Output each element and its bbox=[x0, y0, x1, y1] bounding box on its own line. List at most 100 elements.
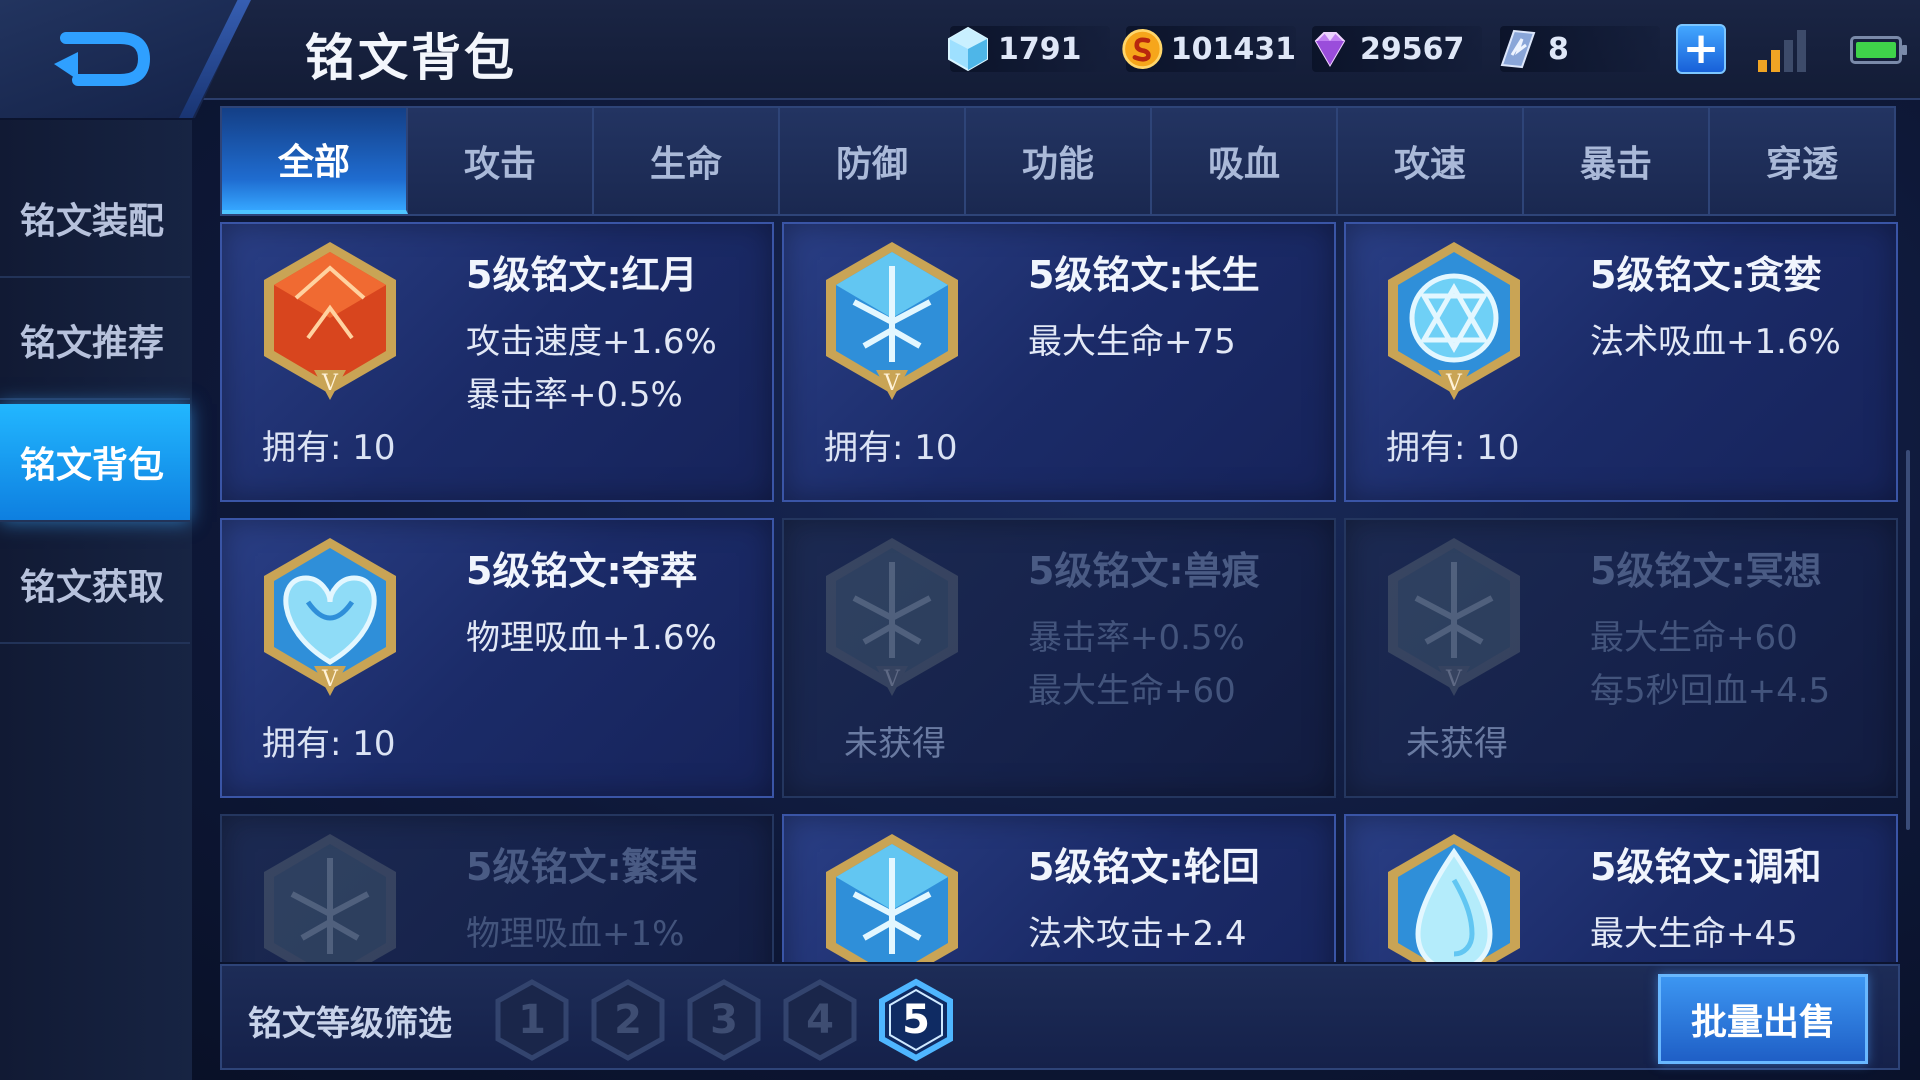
inscription-card-greed[interactable]: V 5级铭文:贪婪 法术吸血+1.6% 拥有: 10 bbox=[1344, 222, 1898, 502]
svg-text:V: V bbox=[321, 371, 339, 396]
svg-text:V: V bbox=[321, 667, 339, 692]
greed-icon: V bbox=[1388, 242, 1520, 400]
inscription-attrs: 最大生命+75 bbox=[1028, 316, 1236, 369]
inscription-attrs: 暴击率+0.5% 最大生命+60 bbox=[1028, 612, 1245, 718]
inscription-card-essence[interactable]: V 5级铭文:夺萃 物理吸血+1.6% 拥有: 10 bbox=[220, 518, 774, 798]
inscription-card-prosperity[interactable]: 5级铭文:繁荣 物理吸血+1% bbox=[220, 814, 774, 962]
owned-count: 拥有: 10 bbox=[262, 724, 396, 764]
tab-attack[interactable]: 攻击 bbox=[408, 108, 594, 214]
prosperity-icon bbox=[264, 834, 396, 962]
inscription-attr: 物理吸血+1.6% bbox=[466, 618, 717, 658]
inscription-name: 5级铭文:贪婪 bbox=[1590, 253, 1822, 297]
sidebar-item-equip[interactable]: 铭文装配 bbox=[0, 160, 190, 278]
tab-penetration[interactable]: 穿透 bbox=[1710, 108, 1894, 214]
beast-mark-icon: V bbox=[826, 538, 958, 696]
inscription-card-harmony[interactable]: 5级铭文:调和 最大生命+45 bbox=[1344, 814, 1898, 962]
inscription-attrs: 物理吸血+1% bbox=[466, 908, 684, 961]
inscription-attrs: 攻击速度+1.6% 暴击率+0.5% bbox=[466, 316, 717, 422]
signal-icon bbox=[1758, 30, 1806, 72]
inscription-card-longevity[interactable]: V 5级铭文:长生 最大生命+75 拥有: 10 bbox=[782, 222, 1336, 502]
grid-scrollbar[interactable] bbox=[1906, 450, 1910, 830]
inscription-name: 5级铭文:红月 bbox=[466, 253, 698, 297]
inscription-card-red-moon[interactable]: V 5级铭文:红月 攻击速度+1.6% 暴击率+0.5% 拥有: 10 bbox=[220, 222, 774, 502]
inscription-attrs: 最大生命+60 每5秒回血+4.5 bbox=[1590, 612, 1830, 718]
inscription-attr: 最大生命+75 bbox=[1028, 322, 1236, 362]
page-title: 铭文背包 bbox=[305, 29, 517, 87]
harmony-icon bbox=[1388, 834, 1520, 962]
inscription-card-reincarnation[interactable]: 5级铭文:轮回 法术攻击+2.4 bbox=[782, 814, 1336, 962]
inscription-grid: V 5级铭文:红月 攻击速度+1.6% 暴击率+0.5% 拥有: 10 V 5级… bbox=[220, 222, 1900, 962]
level-filter-3[interactable]: 3 bbox=[684, 978, 764, 1062]
inscription-attrs: 物理吸血+1.6% bbox=[466, 612, 717, 665]
batch-sell-button[interactable]: 批量出售 bbox=[1658, 974, 1868, 1064]
inscription-attr: 暴击率+0.5% bbox=[466, 375, 683, 415]
level-filter-4[interactable]: 4 bbox=[780, 978, 860, 1062]
svg-text:V: V bbox=[883, 667, 901, 692]
tab-health[interactable]: 生命 bbox=[594, 108, 780, 214]
level-filter-label: 2 bbox=[614, 997, 642, 1043]
sidebar-item-recommend[interactable]: 铭文推荐 bbox=[0, 282, 190, 400]
inscription-attr: 最大生命+60 bbox=[1590, 618, 1798, 658]
inscription-attr: 最大生命+45 bbox=[1590, 914, 1798, 954]
category-tabs: 全部 攻击 生命 防御 功能 吸血 攻速 暴击 穿透 bbox=[220, 106, 1896, 216]
not-obtained-label: 未获得 bbox=[1406, 724, 1508, 764]
gold-coin-icon bbox=[1122, 28, 1163, 70]
level-filter-2[interactable]: 2 bbox=[588, 978, 668, 1062]
inscription-card-beast-mark[interactable]: V 5级铭文:兽痕 暴击率+0.5% 最大生命+60 未获得 bbox=[782, 518, 1336, 798]
back-arrow-icon bbox=[54, 32, 151, 86]
tab-attack-speed[interactable]: 攻速 bbox=[1338, 108, 1524, 214]
svg-text:V: V bbox=[1445, 371, 1463, 396]
gem-icon bbox=[1314, 32, 1346, 67]
level-filter-1[interactable]: 1 bbox=[492, 978, 572, 1062]
inscription-name: 5级铭文:夺萃 bbox=[466, 549, 698, 593]
top-bar: 铭文背包 1791 101431 29567 8 + bbox=[0, 0, 1920, 118]
owned-count: 拥有: 10 bbox=[824, 428, 958, 468]
sidebar-item-obtain[interactable]: 铭文获取 bbox=[0, 526, 190, 644]
inscription-attr: 法术吸血+1.6% bbox=[1590, 322, 1841, 362]
inscription-name: 5级铭文:繁荣 bbox=[466, 845, 698, 889]
owned-count: 拥有: 10 bbox=[1386, 428, 1520, 468]
level-filter-5[interactable]: 5 bbox=[876, 978, 956, 1062]
currency-crystal-value: 8 bbox=[1548, 31, 1569, 67]
tab-defense[interactable]: 防御 bbox=[780, 108, 966, 214]
inscription-attr: 物理吸血+1% bbox=[466, 914, 685, 954]
red-moon-icon: V bbox=[264, 242, 396, 400]
tab-all[interactable]: 全部 bbox=[222, 108, 408, 214]
currency-diamond-value: 1791 bbox=[998, 31, 1082, 67]
currency-gold-value: 101431 bbox=[1170, 31, 1296, 67]
inscription-attr: 每5秒回血+4.5 bbox=[1590, 671, 1831, 711]
sidebar-item-label: 铭文获取 bbox=[20, 567, 165, 608]
level-filter-label: 4 bbox=[806, 997, 834, 1043]
inscription-name: 5级铭文:长生 bbox=[1028, 253, 1260, 297]
currency-gem-value: 29567 bbox=[1360, 31, 1465, 67]
svg-text:V: V bbox=[1445, 667, 1463, 692]
tab-critical[interactable]: 暴击 bbox=[1524, 108, 1710, 214]
inscription-attrs: 法术攻击+2.4 bbox=[1028, 908, 1247, 961]
level-filter-label: 铭文等级筛选 bbox=[248, 1004, 452, 1044]
battery-icon bbox=[1850, 36, 1907, 64]
currency-gem: 29567 bbox=[1312, 26, 1482, 72]
inscription-attr: 暴击率+0.5% bbox=[1028, 618, 1245, 658]
level-filter-label: 5 bbox=[902, 997, 930, 1043]
inscription-attrs: 最大生命+45 bbox=[1590, 908, 1798, 961]
tab-utility[interactable]: 功能 bbox=[966, 108, 1152, 214]
meditation-icon: V bbox=[1388, 538, 1520, 696]
sidebar-item-label: 铭文推荐 bbox=[20, 323, 165, 364]
longevity-icon: V bbox=[826, 242, 958, 400]
tab-lifesteal[interactable]: 吸血 bbox=[1152, 108, 1338, 214]
inscription-name: 5级铭文:调和 bbox=[1590, 845, 1822, 889]
inscription-card-meditation[interactable]: V 5级铭文:冥想 最大生命+60 每5秒回血+4.5 未获得 bbox=[1344, 518, 1898, 798]
inscription-attr: 最大生命+60 bbox=[1028, 671, 1236, 711]
owned-count: 拥有: 10 bbox=[262, 428, 396, 468]
reincarnation-icon bbox=[826, 834, 958, 962]
add-currency-button[interactable]: + bbox=[1676, 24, 1726, 74]
inscription-attr: 法术攻击+2.4 bbox=[1028, 914, 1247, 954]
currency-gold: 101431 bbox=[1122, 26, 1296, 72]
currency-crystal: 8 bbox=[1500, 26, 1660, 72]
sidebar: 铭文装配 铭文推荐 铭文背包 铭文获取 bbox=[0, 120, 192, 1080]
inscription-name: 5级铭文:冥想 bbox=[1590, 549, 1822, 593]
sidebar-item-backpack[interactable]: 铭文背包 bbox=[0, 404, 190, 522]
inscription-attrs: 法术吸血+1.6% bbox=[1590, 316, 1841, 369]
inscription-name: 5级铭文:兽痕 bbox=[1028, 549, 1260, 593]
level-filter-label: 3 bbox=[710, 997, 738, 1043]
